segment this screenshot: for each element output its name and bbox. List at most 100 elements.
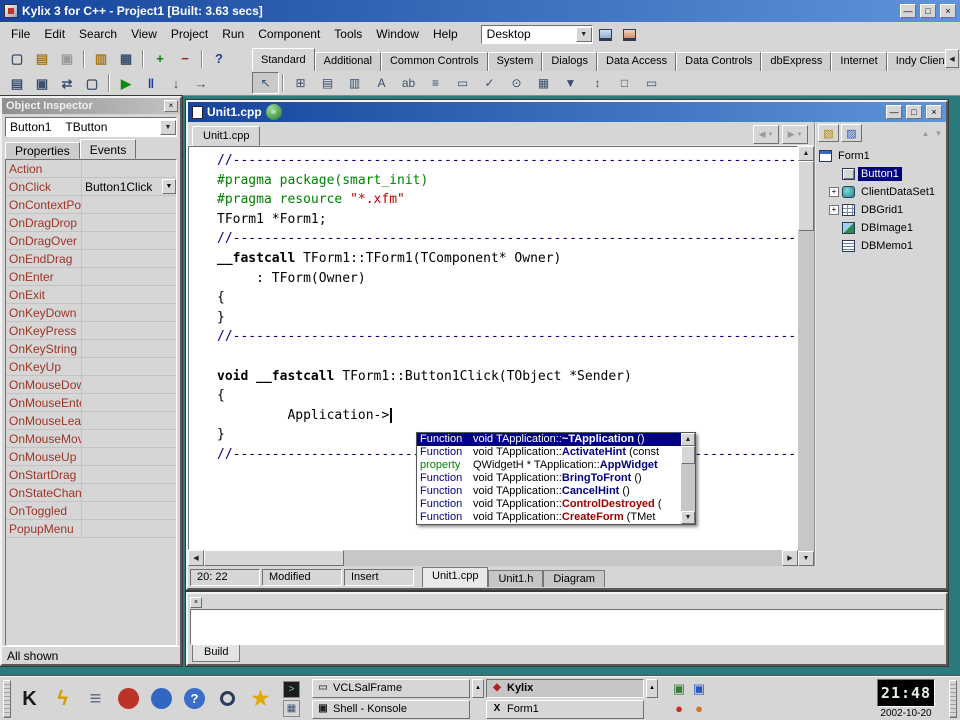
editor-maximize-button[interactable]: □ [906,105,922,119]
event-row-onkeypress[interactable]: OnKeyPress [6,322,176,340]
checkbox-component-button[interactable]: ✓ [476,72,503,94]
completion-item[interactable]: Functionvoid TApplication::CreateForm (T… [417,511,681,524]
event-row-onenter[interactable]: OnEnter [6,268,176,286]
event-value-cell[interactable] [82,232,176,249]
menu-search[interactable]: Search [72,24,124,44]
event-value-cell[interactable]: Button1Click▼ [82,178,176,195]
desktop-speedsetting-combo[interactable]: Desktop ▼ [481,25,593,44]
open-project-button[interactable]: ▥ [89,48,113,70]
move-up-button[interactable]: ▲ [920,129,931,138]
completion-item[interactable]: Functionvoid TApplication::~TApplication… [417,433,681,446]
frames-component-button[interactable]: ⊞ [287,72,314,94]
event-value-cell[interactable] [82,304,176,321]
event-value-cell[interactable] [82,214,176,231]
event-value-cell[interactable] [82,250,176,267]
maximize-button[interactable]: □ [920,4,936,18]
combobox-component-button[interactable]: ▼ [557,72,584,94]
tray-icon[interactable]: ● [670,700,688,718]
completion-item[interactable]: propertyQWidgetH * TApplication::AppWidg… [417,459,681,472]
event-row-ondragover[interactable]: OnDragOver [6,232,176,250]
event-value-cell[interactable] [82,448,176,465]
build-message-list[interactable] [190,609,944,645]
menu-window[interactable]: Window [369,24,426,44]
inspector-tab-events[interactable]: Events [80,139,137,159]
palette-tab-system[interactable]: System [488,52,543,71]
konqueror-globe-button[interactable] [145,680,178,718]
panel-hide-right-button[interactable] [949,680,957,718]
event-value-cell[interactable] [82,340,176,357]
event-row-onstartdrag[interactable]: OnStartDrag [6,466,176,484]
open-file-button[interactable]: ▤ [30,48,54,70]
scroll-up-button[interactable]: ▲ [798,146,814,161]
run-button[interactable]: ▶ [114,72,138,94]
tree-item-dbmemo1[interactable]: DBMemo1 [816,237,946,255]
delete-item-button[interactable]: ▨ [841,124,862,142]
menu-project[interactable]: Project [164,24,215,44]
event-row-onmouseleave[interactable]: OnMouseLeave [6,412,176,430]
view-units-button[interactable]: ▤ [5,72,29,94]
popup-menu-component-button[interactable]: ▥ [341,72,368,94]
task-shell-konsole[interactable]: ▣Shell - Konsole [312,700,470,719]
tree-item-clientdataset1[interactable]: +ClientDataSet1 [816,183,946,201]
panel-component-button[interactable]: ▭ [638,72,665,94]
completion-item[interactable]: Functionvoid TApplication::BringToFront … [417,472,681,485]
toggle-form-unit-button[interactable]: ⇄ [55,72,79,94]
menu-tools[interactable]: Tools [327,24,369,44]
event-value-cell[interactable] [82,430,176,447]
horizontal-scroll-thumb[interactable] [204,550,344,566]
vertical-scroll-thumb[interactable] [798,161,814,231]
palette-tab-standard[interactable]: Standard [252,48,315,71]
menu-edit[interactable]: Edit [37,24,72,44]
event-row-onmouseup[interactable]: OnMouseUp [6,448,176,466]
event-row-action[interactable]: Action [6,160,176,178]
set-debug-desktop-button[interactable] [619,24,641,44]
event-row-ontoggled[interactable]: OnToggled [6,502,176,520]
memo-component-button[interactable]: ≡ [422,72,449,94]
completion-item[interactable]: Functionvoid TApplication::ControlDestro… [417,498,681,511]
browse-back-button[interactable]: ◀ ▼ [753,125,779,144]
k-menu-button[interactable]: K [13,680,46,718]
editor-minimize-button[interactable]: — [886,105,902,119]
digital-clock[interactable]: 21:48 [877,679,935,707]
event-value-cell[interactable] [82,358,176,375]
palette-tab-dialogs[interactable]: Dialogs [542,52,597,71]
chevron-down-icon[interactable]: ▼ [576,27,592,42]
expand-plus-icon[interactable]: + [829,187,839,197]
object-inspector-close-button[interactable]: × [164,100,178,112]
main-window-titlebar[interactable]: Kylix 3 for C++ - Project1 [Built: 3.63 … [0,0,960,22]
object-selector-dropdown-icon[interactable]: ▼ [160,120,176,135]
event-row-oncontextpopup[interactable]: OnContextPopup [6,196,176,214]
tray-icon[interactable]: ▣ [690,680,708,698]
magnifier-button[interactable] [211,680,244,718]
object-inspector-titlebar[interactable]: Object Inspector × [2,98,180,114]
object-selector-combo[interactable]: Button1 TButton ▼ [5,117,177,137]
main-menu-component-button[interactable]: ▤ [314,72,341,94]
editor-close-button[interactable]: × [926,105,942,119]
desktop-pager-icon[interactable]: ▦ [283,700,300,717]
vertical-scrollbar[interactable]: ▲ ▼ [798,146,814,566]
event-row-onkeystring[interactable]: OnKeyString [6,340,176,358]
tray-icon[interactable]: ▣ [670,680,688,698]
palette-tab-data-access[interactable]: Data Access [597,52,676,71]
event-value-cell[interactable] [82,322,176,339]
documents-button[interactable]: ≡ [79,680,112,718]
event-row-onstatechanged[interactable]: OnStateChanged [6,484,176,502]
scrollbar-component-button[interactable]: ↕ [584,72,611,94]
tree-item-form1[interactable]: Form1 [816,147,946,165]
new-form-button[interactable]: ▢ [80,72,104,94]
event-row-popupmenu[interactable]: PopupMenu [6,520,176,538]
menu-view[interactable]: View [124,24,164,44]
editor-tab-unit1-cpp[interactable]: Unit1.cpp [192,126,260,146]
palette-tab-common-controls[interactable]: Common Controls [381,52,488,71]
event-value-cell[interactable] [82,376,176,393]
taskbar-scroll-up-button[interactable]: ▲ [646,679,658,698]
event-value-cell[interactable] [82,160,176,177]
event-value-cell[interactable] [82,520,176,537]
palette-tab-additional[interactable]: Additional [315,52,381,71]
terminal-icon[interactable]: > [283,681,300,698]
completion-scroll-thumb[interactable] [681,446,695,464]
completion-scroll-up-button[interactable]: ▲ [681,433,695,446]
new-unit-button[interactable]: ▢ [5,48,29,70]
scroll-right-button[interactable]: ▶ [782,550,798,566]
tray-icon[interactable]: ● [690,700,708,718]
